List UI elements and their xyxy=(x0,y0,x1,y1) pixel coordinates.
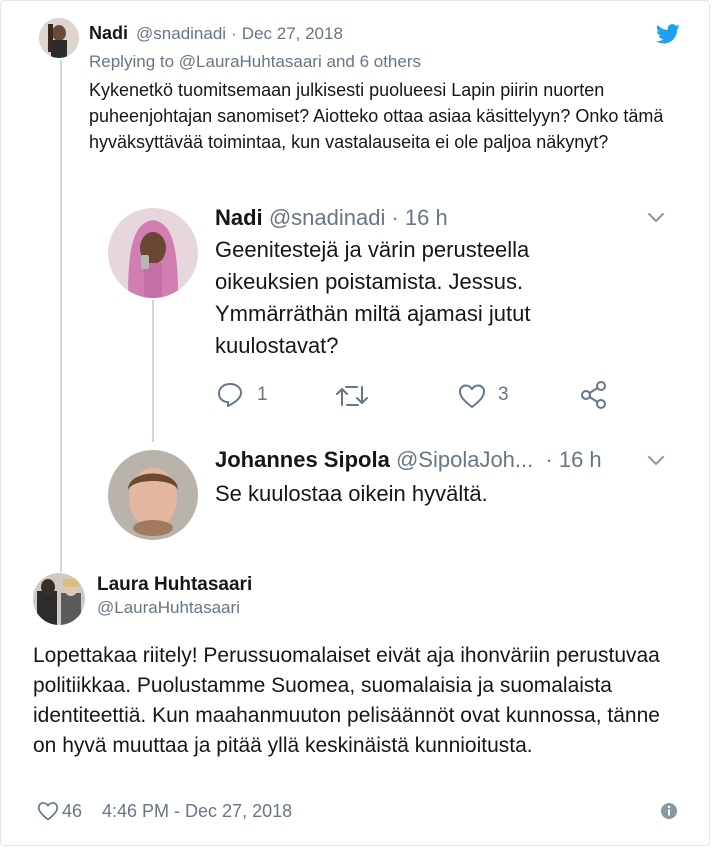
like-count: 3 xyxy=(498,384,509,405)
main-timestamp[interactable]: 4:46 PM - Dec 27, 2018 xyxy=(102,801,292,822)
chevron-down-icon[interactable] xyxy=(647,455,665,467)
info-icon[interactable] xyxy=(660,802,678,820)
separator: · xyxy=(231,24,237,43)
like-icon[interactable] xyxy=(37,801,59,821)
tweet-date[interactable]: Dec 27, 2018 xyxy=(242,24,343,43)
avatar[interactable] xyxy=(39,18,79,58)
retweet-icon[interactable] xyxy=(335,383,369,409)
author-name[interactable]: Nadi xyxy=(89,23,128,43)
replying-user-link[interactable]: @LauraHuhtasaari xyxy=(179,52,322,71)
tweet-time[interactable]: 16 h xyxy=(405,205,448,230)
tweet-text: Kykenetkö tuomitsemaan julkisesti puolue… xyxy=(89,80,664,152)
main-tweet-text: Lopettakaa riitely! Perussuomalaiset eiv… xyxy=(33,644,660,757)
avatar[interactable] xyxy=(108,208,198,298)
tweet-text: Se kuulostaa oikein hyvältä. xyxy=(215,481,488,506)
tweet-header: Nadi @snadinadi · Dec 27, 2018 xyxy=(89,23,343,44)
avatar[interactable] xyxy=(33,573,85,625)
separator: · xyxy=(545,447,553,472)
tweet-time[interactable]: 16 h xyxy=(559,447,602,472)
reply-count: 1 xyxy=(257,384,268,405)
reply-icon[interactable] xyxy=(216,381,244,409)
like-icon[interactable] xyxy=(458,383,486,409)
main-author-handle[interactable]: @LauraHuhtasaari xyxy=(97,598,240,618)
share-icon[interactable] xyxy=(580,380,608,410)
main-author-name-display[interactable]: Laura Huhtasaari xyxy=(97,574,252,596)
author-name[interactable]: Johannes Sipola xyxy=(215,447,390,472)
author-handle[interactable]: @snadinadi xyxy=(269,205,386,230)
author-handle[interactable]: @snadinadi xyxy=(136,24,226,43)
author-name[interactable]: Nadi xyxy=(215,205,263,230)
tweet-header: Nadi @snadinadi · 16 h xyxy=(215,205,448,231)
thread-line-nested xyxy=(152,300,154,442)
thread-line xyxy=(60,60,62,572)
tweet-text: Geenitestejä ja värin perusteella oikeuk… xyxy=(215,237,531,358)
main-like-count: 46 xyxy=(62,801,83,821)
separator: · xyxy=(391,205,399,230)
author-handle[interactable]: @SipolaJoh... xyxy=(396,447,533,472)
replying-prefix: Replying to xyxy=(89,52,175,71)
replying-others[interactable]: and 6 others xyxy=(326,52,421,71)
avatar[interactable] xyxy=(108,450,198,540)
twitter-bird-icon[interactable] xyxy=(656,24,680,44)
replying-to: Replying to @LauraHuhtasaari and 6 other… xyxy=(89,52,421,72)
tweet-header: Johannes Sipola @SipolaJoh... · 16 h xyxy=(215,447,602,473)
chevron-down-icon[interactable] xyxy=(647,212,665,224)
